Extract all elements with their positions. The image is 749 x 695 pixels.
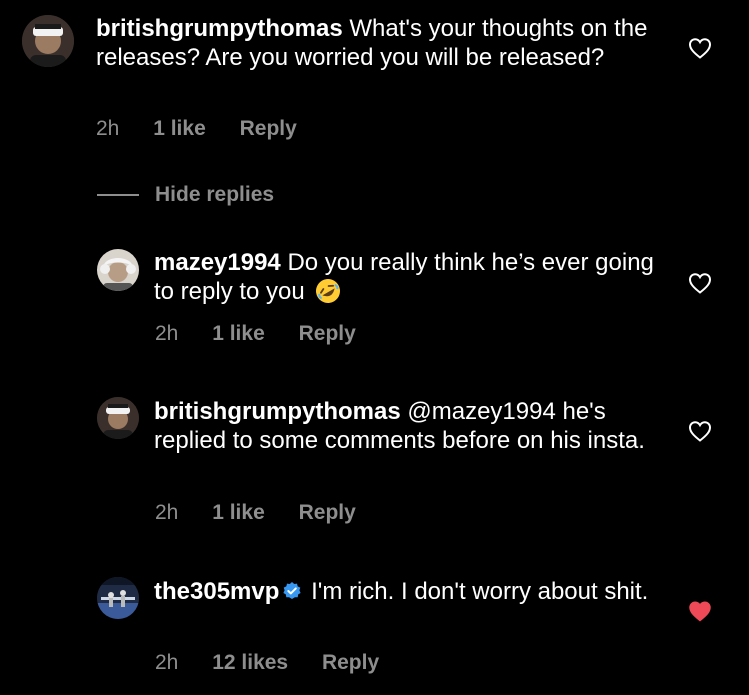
- comment-username[interactable]: britishgrumpythomas: [96, 15, 343, 42]
- comment-timestamp: 2h: [155, 501, 179, 524]
- like-heart-icon[interactable]: [688, 37, 712, 59]
- avatar[interactable]: [22, 15, 74, 67]
- reply-button[interactable]: Reply: [240, 117, 297, 141]
- comment-username[interactable]: the305mvp: [154, 578, 279, 605]
- verified-badge-icon: [282, 581, 302, 601]
- comment-meta: 2h 1 like Reply: [155, 501, 356, 525]
- avatar[interactable]: [97, 577, 139, 619]
- comment-body: britishgrumpythomas @mazey1994 he's repl…: [154, 397, 654, 455]
- divider-line: [97, 194, 139, 196]
- like-heart-icon[interactable]: [688, 420, 712, 442]
- liked-heart-icon[interactable]: [688, 600, 712, 622]
- comment-timestamp: 2h: [155, 651, 179, 674]
- comment-timestamp: 2h: [155, 322, 179, 345]
- comment-text: I'm rich. I don't worry about shit.: [311, 578, 649, 605]
- avatar[interactable]: [97, 249, 139, 291]
- reply-button[interactable]: Reply: [299, 501, 356, 525]
- comment-body: the305mvp I'm rich. I don't worry about …: [154, 577, 654, 606]
- comment-meta: 2h 1 like Reply: [96, 117, 297, 141]
- comment-meta: 2h 1 like Reply: [155, 322, 356, 346]
- hide-replies-label: Hide replies: [155, 183, 275, 206]
- comment-likes[interactable]: 1 like: [212, 501, 265, 525]
- comment-likes[interactable]: 12 likes: [212, 651, 288, 675]
- comment-likes[interactable]: 1 like: [153, 117, 206, 141]
- reply-button[interactable]: Reply: [299, 322, 356, 346]
- hide-replies-button[interactable]: Hide replies: [97, 180, 274, 210]
- comment-meta: 2h 12 likes Reply: [155, 651, 379, 675]
- comment-body: britishgrumpythomas What's your thoughts…: [96, 14, 666, 72]
- comment-username[interactable]: britishgrumpythomas: [154, 398, 401, 425]
- rolling-on-floor-laughing-emoji-icon: [315, 278, 341, 304]
- comment-timestamp: 2h: [96, 117, 120, 140]
- avatar[interactable]: [97, 397, 139, 439]
- like-heart-icon[interactable]: [688, 272, 712, 294]
- reply-button[interactable]: Reply: [322, 651, 379, 675]
- comment-body: mazey1994 Do you really think he’s ever …: [154, 248, 674, 306]
- comment-likes[interactable]: 1 like: [212, 322, 265, 346]
- comment-username[interactable]: mazey1994: [154, 249, 281, 276]
